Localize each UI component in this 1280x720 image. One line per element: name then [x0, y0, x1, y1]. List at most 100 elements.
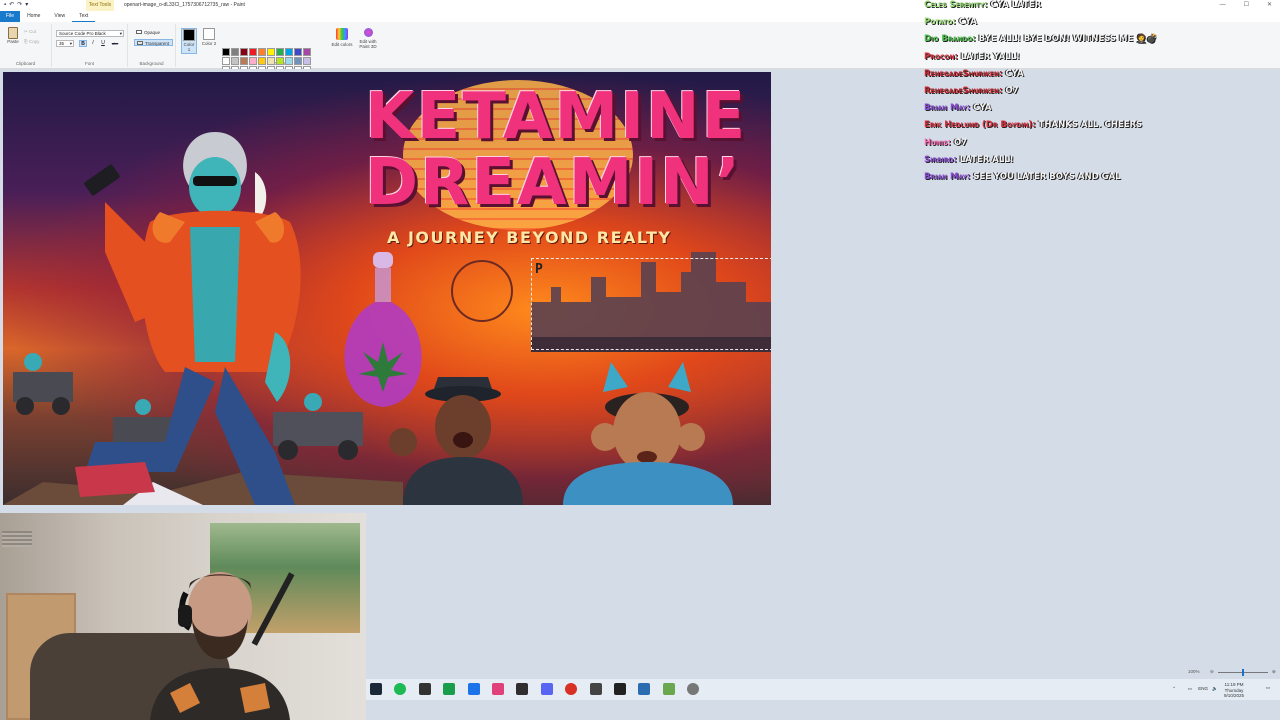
save-icon[interactable]: ▪	[4, 0, 6, 11]
record-icon[interactable]	[565, 683, 578, 695]
palette-swatch[interactable]	[231, 57, 239, 65]
strikethrough-button[interactable]: abc	[109, 40, 121, 47]
window-title: openart-image_o-dL33Cl_1757306712735_raw…	[124, 2, 245, 8]
steam-icon[interactable]	[370, 683, 382, 695]
opaque-label: Opaque	[144, 30, 161, 35]
color2-swatch	[203, 28, 215, 40]
underline-button[interactable]: U	[99, 40, 107, 47]
qat-dropdown-icon[interactable]: ▾	[25, 0, 28, 11]
redo-icon[interactable]: ↷	[17, 0, 22, 11]
hero-character	[75, 132, 301, 505]
chat-text: LATER YALL!	[960, 51, 1020, 62]
ferris-wheel	[451, 260, 513, 322]
palette-swatch[interactable]	[285, 57, 293, 65]
chat-username: Sirbird:	[924, 154, 957, 165]
spotify-icon[interactable]	[394, 683, 407, 695]
palette-swatch[interactable]	[240, 57, 248, 65]
zoom-out-icon[interactable]: ⊖	[1210, 669, 1214, 675]
palette-swatch[interactable]	[231, 48, 239, 56]
settings-icon[interactable]	[687, 683, 700, 695]
palette-swatch[interactable]	[267, 48, 275, 56]
tab-text[interactable]: Text	[72, 11, 96, 22]
chat-message: Procon: LATER YALL!	[924, 49, 1274, 66]
paint3d-button[interactable]: Edit with Paint 3D	[356, 28, 380, 49]
edge-icon[interactable]	[443, 683, 456, 695]
clock[interactable]: 11:19 PM Thursday 9/10/2025	[1218, 682, 1250, 699]
copy-button[interactable]: ⎘ Copy	[24, 39, 39, 44]
chat-text: O7	[953, 137, 968, 148]
opaque-option[interactable]: Opaque	[134, 29, 163, 36]
palette-swatch[interactable]	[276, 48, 284, 56]
edit-colors-button[interactable]: Edit colors	[330, 28, 354, 47]
palette-swatch[interactable]	[240, 48, 248, 56]
cat-ears-character	[563, 362, 733, 505]
cut-button[interactable]: ✂ Cut	[24, 29, 36, 35]
color2-button[interactable]: Color 2	[201, 28, 217, 54]
chevron-down-icon: ▾	[69, 41, 72, 46]
palette-swatch[interactable]	[249, 48, 257, 56]
font-group-label: Font	[84, 61, 94, 66]
chat-text: LATER ALL!	[959, 154, 1014, 165]
palette-swatch[interactable]	[222, 48, 230, 56]
bold-button[interactable]: B	[79, 40, 87, 47]
app-icon[interactable]	[418, 683, 431, 695]
palette-swatch[interactable]	[303, 48, 311, 56]
transparent-icon	[137, 41, 143, 45]
poster-artwork[interactable]: KETAMINE DREAMIN’ A JOURNEY BEYOND REALT…	[3, 72, 771, 505]
poster-title-line1: KETAMINE	[365, 80, 748, 154]
palette-swatch[interactable]	[249, 57, 257, 65]
paste-button[interactable]: Paste	[6, 27, 20, 47]
terminal-icon[interactable]	[614, 683, 626, 695]
photos-icon[interactable]	[492, 683, 504, 695]
zoom-slider-thumb[interactable]	[1242, 669, 1244, 676]
chat-text: O7	[1005, 85, 1019, 96]
network-icon[interactable]: ▭	[1188, 686, 1192, 692]
chat-text: THANKS ALL. CHEERS	[1038, 120, 1143, 131]
chevron-up-icon[interactable]: ⌃	[1172, 686, 1176, 692]
language-indicator[interactable]: ENG	[1198, 686, 1208, 691]
context-tab-label: Text Tools	[86, 0, 114, 11]
notification-icon[interactable]: ▭	[1266, 685, 1270, 691]
cut-label: Cut	[29, 29, 37, 34]
palette-swatch[interactable]	[294, 48, 302, 56]
undo-icon[interactable]: ↶	[9, 0, 14, 11]
transparent-option[interactable]: Transparent	[134, 39, 174, 46]
canvas-area[interactable]: KETAMINE DREAMIN’ A JOURNEY BEYOND REALT…	[0, 69, 910, 513]
font-group: Source Code Pro Black ▾ 35 ▾ B I U abc Fo…	[52, 24, 128, 67]
color1-button[interactable]: Color 1	[181, 28, 197, 54]
app2-icon[interactable]	[589, 683, 602, 695]
italic-button[interactable]: I	[89, 40, 97, 47]
font-size-select[interactable]: 35 ▾	[56, 40, 74, 47]
color1-label: Color 1	[183, 42, 195, 52]
obs-icon[interactable]	[516, 683, 529, 695]
chat-username: Brian May:	[924, 171, 971, 182]
clipboard-group-label: Clipboard	[15, 61, 36, 66]
discord-icon[interactable]	[540, 683, 553, 695]
poster-subtitle: A JOURNEY BEYOND REALTY	[387, 228, 672, 247]
chrome-icon[interactable]	[467, 683, 480, 695]
ceiling-vent	[2, 531, 32, 547]
palette-swatch[interactable]	[222, 57, 230, 65]
typed-text[interactable]: P	[535, 262, 543, 277]
palette-swatch[interactable]	[285, 48, 293, 56]
chat-username: Brian May:	[924, 103, 971, 114]
palette-swatch[interactable]	[294, 57, 302, 65]
notepad-icon[interactable]	[638, 683, 651, 695]
tab-view[interactable]: View	[47, 11, 72, 22]
palette-swatch[interactable]	[303, 57, 311, 65]
color1-swatch	[183, 29, 195, 41]
tab-home[interactable]: Home	[20, 11, 47, 22]
tab-file[interactable]: File	[0, 11, 21, 22]
zoom-in-icon[interactable]: ⊕	[1272, 669, 1276, 675]
text-box-selection[interactable]	[531, 258, 771, 350]
palette-swatch[interactable]	[276, 57, 284, 65]
clipboard-group: Paste ✂ Cut ⎘ Copy Clipboard	[0, 24, 52, 67]
paint-icon[interactable]	[662, 683, 675, 695]
chat-username: Dio Brando:	[924, 34, 976, 45]
chat-message: Sirbird: LATER ALL!	[924, 152, 1274, 169]
palette-swatch[interactable]	[258, 48, 266, 56]
palette-swatch[interactable]	[258, 57, 266, 65]
palette-swatch[interactable]	[267, 57, 275, 65]
chat-message: Potato: CYA	[924, 14, 1274, 31]
font-family-select[interactable]: Source Code Pro Black ▾	[56, 30, 124, 37]
